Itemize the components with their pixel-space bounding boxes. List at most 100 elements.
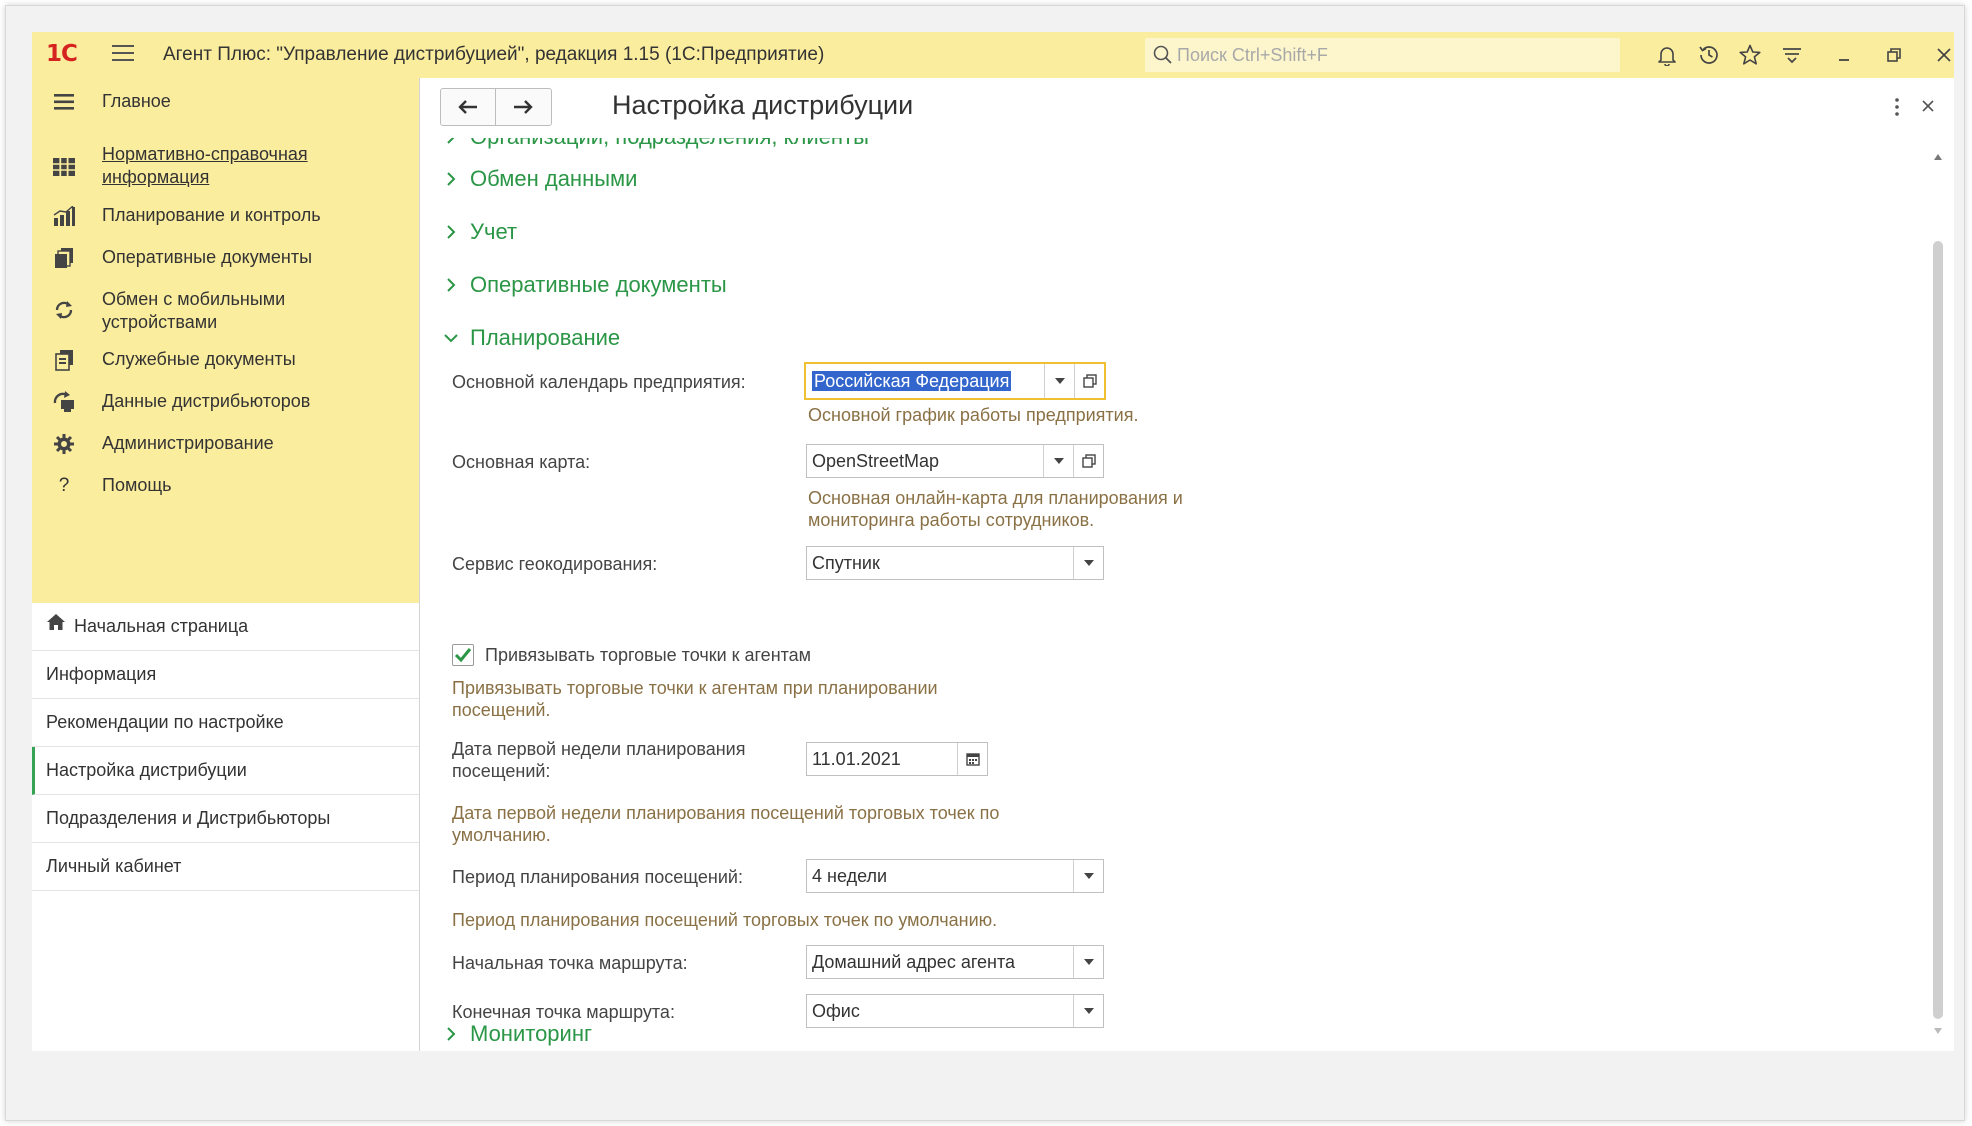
chart-icon: [52, 204, 76, 228]
filter-icon[interactable]: [1777, 40, 1807, 70]
group-accounting[interactable]: Учет: [442, 219, 517, 245]
section-main[interactable]: Главное: [32, 90, 419, 120]
star-icon[interactable]: [1735, 40, 1765, 70]
back-button[interactable]: [441, 89, 495, 125]
period-value: 4 недели: [812, 866, 888, 886]
section-operational-docs[interactable]: Оперативные документы: [32, 246, 419, 276]
open-item-personal-cabinet[interactable]: Личный кабинет: [32, 843, 419, 891]
restore-icon[interactable]: [1879, 40, 1909, 70]
calendar-icon[interactable]: [957, 743, 988, 775]
group-operational-docs[interactable]: Оперативные документы: [442, 272, 727, 298]
geocoding-field[interactable]: Спутник: [806, 546, 1104, 580]
main-menu-button[interactable]: [112, 45, 134, 63]
geocoding-value: Спутник: [812, 553, 880, 573]
app-title: Агент Плюс: "Управление дистрибуцией", р…: [163, 44, 825, 65]
start-point-field[interactable]: Домашний адрес агента: [806, 945, 1104, 979]
first-week-hint-line-2: умолчанию.: [452, 825, 551, 845]
home-icon: [46, 602, 66, 649]
end-point-label: Конечная точка маршрута:: [452, 1002, 675, 1022]
open-icon[interactable]: [1074, 364, 1105, 398]
calendar-hint: Основной график работы предприятия.: [808, 405, 1139, 425]
sections-panel: Главное Нормативно-справочная информация…: [32, 78, 419, 603]
scrollbar-thumb[interactable]: [1933, 241, 1943, 1019]
calendar-field[interactable]: Российская Федерация: [804, 362, 1106, 400]
catalog-icon: [52, 155, 76, 179]
sync-icon: [52, 298, 76, 322]
first-week-label-line-1: Дата первой недели планирования: [452, 739, 746, 759]
chevron-right-icon: [442, 170, 460, 188]
open-item-divisions[interactable]: Подразделения и Дистрибьюторы: [32, 795, 419, 843]
minimize-icon[interactable]: [1829, 40, 1859, 70]
section-planning-control[interactable]: Планирование и контроль: [32, 204, 419, 234]
menu-icon: [52, 90, 76, 114]
map-hint-line-1: Основная онлайн-карта для планирования и: [808, 488, 1183, 508]
open-item-recommendations[interactable]: Рекомендации по настройке: [32, 699, 419, 747]
scroll-down-icon[interactable]: [1934, 1028, 1942, 1034]
bind-outlets-checkbox[interactable]: [452, 644, 474, 666]
section-label: Помощь: [102, 475, 172, 495]
search-icon: [1153, 45, 1173, 70]
open-item-distribution-settings[interactable]: Настройка дистрибуции: [32, 747, 419, 795]
section-label[interactable]: Нормативно-справочная информация: [102, 143, 402, 189]
chevron-right-icon: [442, 223, 460, 241]
dropdown-arrow-icon[interactable]: [1073, 946, 1104, 978]
form-content: Организации, подразделения, клиенты Наст…: [420, 78, 1954, 1051]
dropdown-arrow-icon[interactable]: [1043, 445, 1074, 477]
dropdown-arrow-icon[interactable]: [1044, 364, 1075, 398]
open-item-start-page[interactable]: Начальная страница: [32, 603, 419, 651]
section-reference-info[interactable]: Нормативно-справочная информация: [32, 143, 419, 193]
section-label: Администрирование: [102, 433, 274, 453]
search-input[interactable]: [1177, 38, 1607, 72]
section-service-docs[interactable]: Служебные документы: [32, 348, 419, 378]
screenshot-frame: 1С Агент Плюс: "Управление дистрибуцией"…: [5, 5, 1965, 1121]
bind-hint-line-2: посещений.: [452, 700, 551, 720]
open-item-label: Настройка дистрибуции: [46, 760, 247, 780]
section-help[interactable]: ? Помощь: [32, 474, 419, 504]
vertical-scrollbar[interactable]: [1931, 148, 1945, 1038]
history-icon[interactable]: [1694, 40, 1724, 70]
calendar-value: Российская Федерация: [812, 371, 1012, 391]
dropdown-arrow-icon[interactable]: [1073, 547, 1104, 579]
open-windows-list: Начальная страница Информация Рекомендац…: [32, 603, 419, 891]
map-label: Основная карта:: [452, 452, 591, 472]
group-title: Мониторинг: [470, 1021, 593, 1046]
global-search[interactable]: [1145, 38, 1620, 72]
group-data-exchange[interactable]: Обмен данными: [442, 166, 637, 192]
form-title: Настройка дистрибуции: [612, 90, 914, 120]
close-form-icon[interactable]: [1920, 92, 1936, 119]
end-point-field[interactable]: Офис: [806, 994, 1104, 1028]
section-mobile-exchange[interactable]: Обмен с мобильными устройствами: [32, 288, 419, 338]
period-hint: Период планирования посещений торговых т…: [452, 910, 998, 930]
more-actions-icon[interactable]: [1894, 98, 1900, 121]
bind-outlets-label[interactable]: Привязывать торговые точки к агентам: [485, 644, 811, 666]
dropdown-arrow-icon[interactable]: [1073, 995, 1104, 1027]
dropdown-arrow-icon[interactable]: [1073, 860, 1104, 892]
open-item-label: Рекомендации по настройке: [46, 712, 284, 732]
map-field[interactable]: OpenStreetMap: [806, 444, 1104, 478]
first-week-label-line-2: посещений:: [452, 761, 551, 781]
geocoding-label: Сервис геокодирования:: [452, 554, 658, 574]
first-week-hint-line-1: Дата первой недели планирования посещени…: [452, 803, 1000, 823]
open-item-label: Личный кабинет: [46, 856, 182, 876]
period-field[interactable]: 4 недели: [806, 859, 1104, 893]
first-week-date-field[interactable]: 11.01.2021: [806, 742, 988, 776]
bell-icon[interactable]: [1652, 40, 1682, 70]
open-item-label: Подразделения и Дистрибьюторы: [46, 808, 331, 828]
open-item-label: Информация: [46, 664, 157, 684]
open-icon[interactable]: [1073, 445, 1104, 477]
section-administration[interactable]: Администрирование: [32, 432, 419, 462]
open-item-information[interactable]: Информация: [32, 651, 419, 699]
start-point-value: Домашний адрес агента: [812, 952, 1016, 972]
group-monitoring[interactable]: Мониторинг: [442, 1021, 592, 1047]
close-icon[interactable]: [1929, 40, 1954, 70]
scroll-up-icon[interactable]: [1934, 154, 1942, 160]
map-hint-line-2: мониторинга работы сотрудников.: [808, 510, 1095, 530]
group-title: Учет: [470, 219, 518, 244]
group-planning[interactable]: Планирование: [442, 325, 620, 351]
calendar-label: Основной календарь предприятия:: [452, 372, 746, 392]
forward-button[interactable]: [495, 89, 550, 125]
group-title: Оперативные документы: [470, 272, 727, 297]
section-distributors[interactable]: Данные дистрибьюторов: [32, 390, 419, 420]
sidebar: Главное Нормативно-справочная информация…: [32, 78, 420, 1051]
chevron-down-icon: [442, 329, 460, 347]
